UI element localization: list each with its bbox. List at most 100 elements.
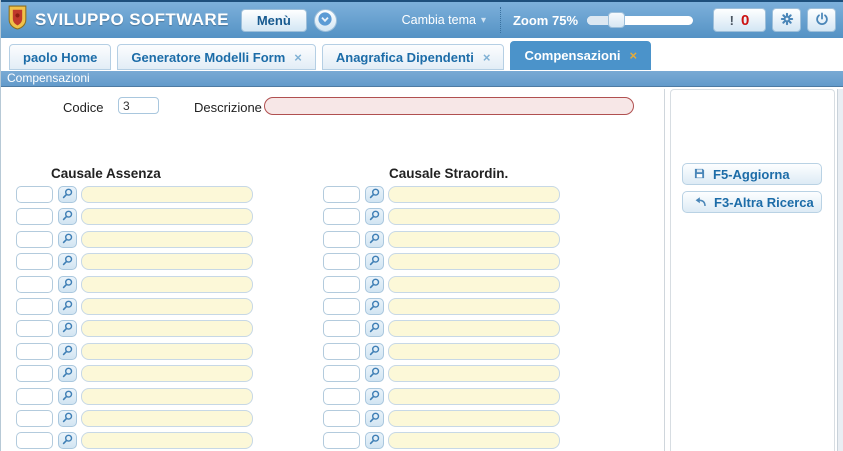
tab-anagrafica-dipendenti[interactable]: Anagrafica Dipendenti ×: [322, 44, 505, 70]
causale-desc-input[interactable]: [81, 343, 253, 360]
causale-code-input[interactable]: [323, 320, 360, 337]
causale-code-input[interactable]: [323, 365, 360, 382]
f5-aggiorna-button[interactable]: F5-Aggiorna: [682, 163, 822, 185]
search-button[interactable]: [365, 343, 384, 360]
causale-desc-input[interactable]: [81, 388, 253, 405]
search-button[interactable]: [58, 432, 77, 449]
causale-desc-input[interactable]: [81, 432, 253, 449]
causale-code-input[interactable]: [16, 410, 53, 427]
search-button[interactable]: [365, 186, 384, 203]
causale-desc-input[interactable]: [388, 320, 560, 337]
search-button[interactable]: [58, 253, 77, 270]
settings-button[interactable]: [772, 8, 801, 32]
causale-row: [323, 231, 560, 248]
causale-code-input[interactable]: [16, 320, 53, 337]
search-button[interactable]: [58, 343, 77, 360]
causale-desc-input[interactable]: [81, 208, 253, 225]
causale-desc-input[interactable]: [388, 231, 560, 248]
causale-desc-input[interactable]: [81, 410, 253, 427]
causale-code-input[interactable]: [16, 432, 53, 449]
search-button[interactable]: [58, 410, 77, 427]
search-button[interactable]: [58, 388, 77, 405]
causale-desc-input[interactable]: [388, 208, 560, 225]
causale-desc-input[interactable]: [81, 253, 253, 270]
search-button[interactable]: [58, 298, 77, 315]
causale-desc-input[interactable]: [388, 253, 560, 270]
causale-code-input[interactable]: [16, 253, 53, 270]
causale-code-input[interactable]: [16, 365, 53, 382]
search-icon: [62, 187, 73, 202]
search-icon: [369, 321, 380, 336]
search-button[interactable]: [58, 231, 77, 248]
causale-desc-input[interactable]: [388, 276, 560, 293]
causale-desc-input[interactable]: [388, 343, 560, 360]
causale-code-input[interactable]: [323, 208, 360, 225]
causale-code-input[interactable]: [16, 231, 53, 248]
close-icon[interactable]: ×: [483, 51, 491, 64]
search-button[interactable]: [58, 276, 77, 293]
causale-code-input[interactable]: [323, 253, 360, 270]
zoom-slider[interactable]: [587, 16, 693, 25]
causale-code-input[interactable]: [16, 298, 53, 315]
causale-code-input[interactable]: [16, 208, 53, 225]
causale-desc-input[interactable]: [81, 186, 253, 203]
causale-desc-input[interactable]: [81, 231, 253, 248]
search-button[interactable]: [365, 432, 384, 449]
descrizione-input[interactable]: [264, 97, 634, 115]
action-label: F5-Aggiorna: [713, 167, 790, 182]
zoom-slider-handle[interactable]: [608, 12, 625, 28]
causale-assenza-column: [16, 186, 253, 451]
tab-paolo-home[interactable]: paolo Home: [9, 44, 111, 70]
search-button[interactable]: [58, 320, 77, 337]
causale-code-input[interactable]: [323, 298, 360, 315]
power-button[interactable]: [807, 8, 836, 32]
search-button[interactable]: [58, 365, 77, 382]
causale-code-input[interactable]: [323, 432, 360, 449]
close-icon[interactable]: ×: [294, 51, 302, 64]
causale-desc-input[interactable]: [81, 365, 253, 382]
causale-desc-input[interactable]: [388, 186, 560, 203]
causale-desc-input[interactable]: [388, 365, 560, 382]
scroll-gutter[interactable]: [837, 89, 843, 451]
search-button[interactable]: [365, 208, 384, 225]
causale-desc-input[interactable]: [81, 298, 253, 315]
search-button[interactable]: [365, 298, 384, 315]
search-button[interactable]: [365, 320, 384, 337]
causale-desc-input[interactable]: [81, 276, 253, 293]
causale-code-input[interactable]: [323, 276, 360, 293]
search-button[interactable]: [365, 276, 384, 293]
search-button[interactable]: [58, 186, 77, 203]
close-icon[interactable]: ×: [630, 49, 638, 62]
header-dropdown-button[interactable]: [314, 9, 337, 32]
causale-code-input[interactable]: [323, 388, 360, 405]
app-title: SVILUPPO SOFTWARE: [35, 10, 229, 30]
codice-input[interactable]: [118, 97, 159, 114]
causale-row: [16, 231, 253, 248]
search-button[interactable]: [365, 365, 384, 382]
search-button[interactable]: [365, 231, 384, 248]
search-button[interactable]: [58, 208, 77, 225]
causale-desc-input[interactable]: [388, 388, 560, 405]
causale-desc-input[interactable]: [388, 432, 560, 449]
causale-desc-input[interactable]: [388, 298, 560, 315]
notifications-button[interactable]: ! 0: [713, 8, 766, 32]
causale-code-input[interactable]: [323, 410, 360, 427]
causale-row: [16, 320, 253, 337]
search-button[interactable]: [365, 388, 384, 405]
causale-code-input[interactable]: [323, 231, 360, 248]
causale-desc-input[interactable]: [81, 320, 253, 337]
search-button[interactable]: [365, 253, 384, 270]
causale-code-input[interactable]: [16, 276, 53, 293]
causale-desc-input[interactable]: [388, 410, 560, 427]
search-button[interactable]: [365, 410, 384, 427]
tab-compensazioni[interactable]: Compensazioni ×: [510, 41, 651, 70]
f3-altra-ricerca-button[interactable]: F3-Altra Ricerca: [682, 191, 822, 213]
causale-code-input[interactable]: [16, 186, 53, 203]
menu-button[interactable]: Menù: [241, 9, 307, 32]
causale-code-input[interactable]: [16, 343, 53, 360]
causale-code-input[interactable]: [323, 186, 360, 203]
change-theme-menu[interactable]: Cambia tema ▾: [402, 13, 486, 27]
causale-code-input[interactable]: [16, 388, 53, 405]
tab-generatore-modelli-form[interactable]: Generatore Modelli Form ×: [117, 44, 315, 70]
causale-code-input[interactable]: [323, 343, 360, 360]
